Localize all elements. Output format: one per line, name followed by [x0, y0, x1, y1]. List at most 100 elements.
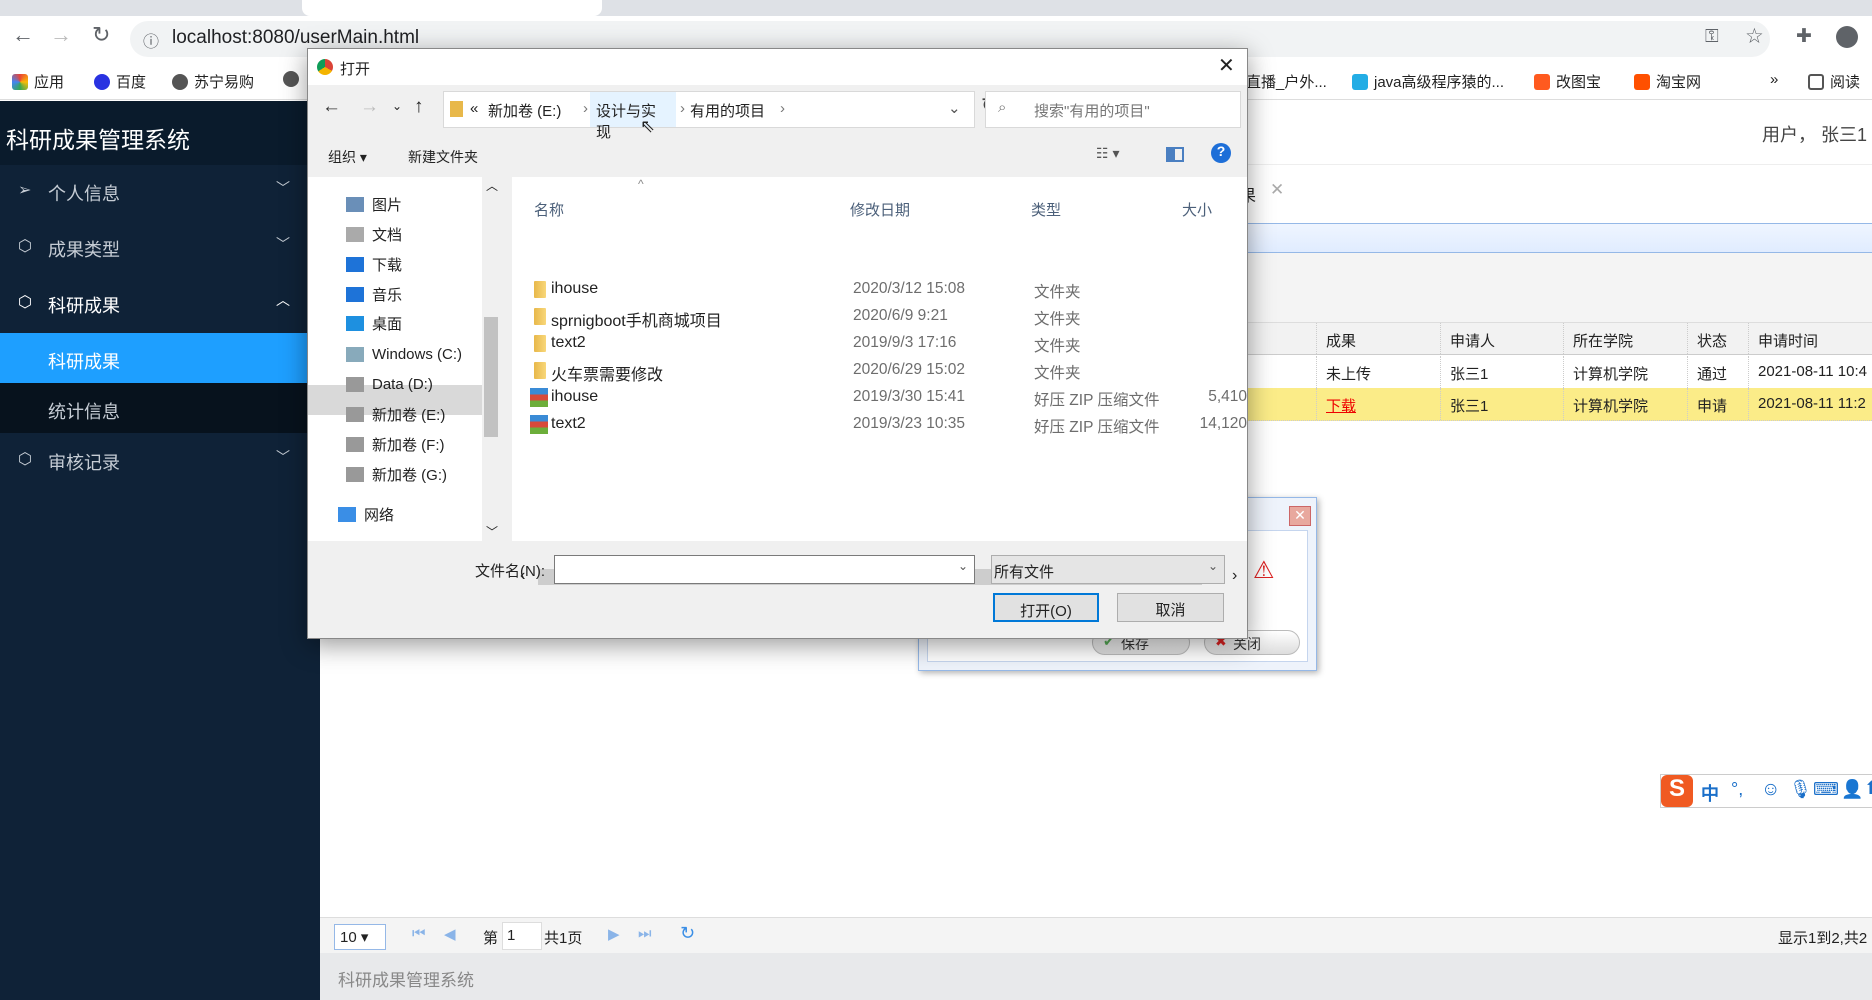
tab-close-icon[interactable]: ✕ [1270, 180, 1284, 200]
nav-item-drive-f[interactable]: 新加卷 (F:) [346, 431, 445, 457]
page-size-select[interactable]: 10 ▾ [334, 924, 386, 950]
new-folder-button[interactable]: 新建文件夹 [408, 147, 478, 167]
skin-icon[interactable]: ⬆ [1864, 778, 1872, 799]
ime-mode[interactable]: 中 [1701, 780, 1719, 806]
sidebar-subitem-statistics[interactable]: 统计信息 [0, 383, 320, 433]
nav-item-music[interactable]: 音乐 [346, 281, 402, 307]
prev-page-icon[interactable]: ◀ [444, 925, 456, 943]
page-number-input[interactable]: 1 [502, 922, 542, 950]
cancel-button[interactable]: 取消 [1117, 593, 1224, 622]
browser-tab-active[interactable] [302, 0, 602, 16]
preview-pane-icon[interactable] [1166, 147, 1184, 162]
breadcrumb-item[interactable]: 新加卷 (E:) [488, 100, 561, 121]
col-header[interactable]: 状态 [1697, 330, 1727, 351]
chevron-down-icon[interactable]: ⌄ [958, 559, 968, 573]
nav-item-network[interactable]: 网络 [338, 501, 394, 527]
nav-item-drive-d[interactable]: Data (D:) [346, 371, 433, 397]
punctuation-icon[interactable]: °, [1731, 779, 1743, 800]
nav-item-desktop[interactable]: 桌面 [346, 310, 402, 336]
nav-item-drive-c[interactable]: Windows (C:) [346, 341, 462, 367]
col-header[interactable]: 成果 [1326, 330, 1356, 351]
col-header[interactable]: 申请人 [1450, 330, 1495, 351]
reading-list[interactable]: 阅读 [1808, 71, 1860, 92]
bookmark-live[interactable]: 直播_户外... [1246, 71, 1327, 92]
col-name[interactable]: 名称 [534, 199, 564, 220]
extensions-icon[interactable]: ✚ [1796, 25, 1812, 48]
info-icon[interactable]: ⓘ [143, 28, 159, 52]
emoji-icon[interactable]: ☺ [1761, 779, 1780, 801]
col-date[interactable]: 修改日期 [850, 199, 910, 220]
bookmark-gaitubao[interactable]: 改图宝 [1534, 71, 1601, 92]
nav-label: 新加卷 (F:) [372, 436, 445, 454]
first-page-icon[interactable]: ⏮ [412, 925, 426, 942]
filetype-select[interactable]: 所有文件 ⌄ [991, 555, 1225, 584]
forward-icon[interactable]: → [360, 96, 379, 118]
up-icon[interactable]: ↑ [414, 96, 424, 118]
view-options-icon[interactable]: ☷ ▾ [1096, 145, 1119, 162]
nav-item-drive-g[interactable]: 新加卷 (G:) [346, 461, 447, 487]
sidebar-subitem-achievements[interactable]: 科研成果 [0, 333, 320, 383]
user-icon[interactable]: 👤 [1841, 779, 1863, 800]
microphone-icon[interactable]: 🎙 [1789, 779, 1812, 800]
col-header[interactable]: 所在学院 [1573, 330, 1633, 351]
bookmark-globe[interactable] [283, 71, 299, 87]
file-row[interactable]: 火车票需要修改 2020/6/29 15:02 文件夹 [512, 358, 1247, 384]
back-icon[interactable]: ← [322, 96, 341, 118]
cell-applicant: 张三1 [1450, 398, 1489, 415]
back-icon[interactable]: ← [12, 22, 34, 48]
bookmark-suning[interactable]: 苏宁易购 [172, 71, 254, 92]
next-page-icon[interactable]: ▶ [608, 925, 620, 943]
url-text[interactable]: localhost:8080/userMain.html [172, 27, 419, 49]
file-row[interactable]: sprnigboot手机商城项目 2020/6/9 9:21 文件夹 [512, 304, 1247, 330]
sidebar-item-audit[interactable]: ⬡ 审核记录 ﹀ [0, 434, 320, 486]
bookmark-apps[interactable]: 应用 [12, 71, 64, 92]
refresh-icon[interactable]: ↻ [680, 923, 695, 944]
sidebar-item-types[interactable]: ⬡ 成果类型 ﹀ [0, 221, 320, 273]
forward-icon[interactable]: → [50, 22, 72, 48]
address-breadcrumb[interactable]: « 新加卷 (E:) › 设计与实现 › 有用的项目 › ⌄ [443, 91, 975, 141]
bookmark-taobao[interactable]: 淘宝网 [1634, 71, 1701, 92]
key-icon[interactable]: ⚿ [1705, 26, 1719, 47]
browser-tab[interactable] [0, 0, 300, 16]
nav-item-documents[interactable]: 文档 [346, 221, 402, 247]
breadcrumb-overflow[interactable]: « [470, 100, 478, 117]
file-name: 火车票需要修改 [551, 367, 664, 384]
organize-button[interactable]: 组织 ▾ [328, 147, 367, 167]
sogou-logo-icon[interactable]: S [1661, 775, 1693, 807]
nav-item-downloads[interactable]: 下载 [346, 251, 402, 277]
sidebar-item-profile[interactable]: ➢ 个人信息 ﹀ [0, 165, 320, 217]
reload-icon[interactable]: ↻ [92, 22, 110, 48]
bookmark-baidu[interactable]: 百度 [94, 71, 146, 92]
sidebar-item-achievements[interactable]: ⬡ 科研成果 ︿ [0, 277, 320, 329]
help-icon[interactable]: ? [1211, 143, 1231, 163]
profile-avatar[interactable] [1836, 26, 1858, 48]
file-row[interactable]: ihouse 2019/3/30 15:41 好压 ZIP 压缩文件 5,410 [512, 385, 1247, 411]
bookmarks-overflow[interactable]: » [1770, 71, 1778, 88]
col-header[interactable]: 申请时间 [1758, 330, 1818, 351]
nav-item-pictures[interactable]: 图片 [346, 191, 402, 217]
sidebar: 科研成果管理系统 ➢ 个人信息 ﹀ ⬡ 成果类型 ﹀ ⬡ 科研成果 ︿ 科研成果 统计信息 … [0, 101, 320, 1000]
star-icon[interactable]: ☆ [1745, 24, 1764, 49]
filename-input[interactable] [554, 555, 975, 584]
breadcrumb-item-hover[interactable]: 设计与实现 [590, 92, 676, 141]
dropdown-icon[interactable]: ⌄ [948, 99, 961, 117]
nav-item-drive-e[interactable]: 新加卷 (E:) [346, 401, 445, 427]
bookmark-java[interactable]: java高级程序猿的... [1352, 71, 1504, 92]
download-link[interactable]: 下载 [1326, 395, 1356, 416]
close-icon[interactable]: ✕ [1289, 506, 1311, 526]
dialog-titlebar[interactable]: 打开 ✕ [308, 49, 1247, 85]
menu-label: 审核记录 [48, 453, 120, 473]
close-icon[interactable]: ✕ [1218, 53, 1235, 78]
file-row[interactable]: ihouse 2020/3/12 15:08 文件夹 [512, 277, 1247, 303]
file-row[interactable]: text2 2019/9/3 17:16 文件夹 [512, 331, 1247, 357]
col-type[interactable]: 类型 [1031, 199, 1061, 220]
col-size[interactable]: 大小 [1182, 199, 1212, 220]
nav-scrollbar[interactable]: ︿ ﹀ [482, 177, 500, 541]
keyboard-icon[interactable]: ⌨ [1813, 779, 1839, 800]
last-page-icon[interactable]: ⏭ [638, 925, 652, 942]
recent-locations-icon[interactable]: ⌄ [392, 99, 402, 113]
breadcrumb-item[interactable]: 有用的项目 [690, 100, 765, 121]
file-row[interactable]: text2 2019/3/23 10:35 好压 ZIP 压缩文件 14,120 [512, 412, 1247, 438]
search-input[interactable]: ⌕ 搜索"有用的项目" [985, 91, 1241, 128]
open-button[interactable]: 打开(O) [993, 593, 1099, 622]
